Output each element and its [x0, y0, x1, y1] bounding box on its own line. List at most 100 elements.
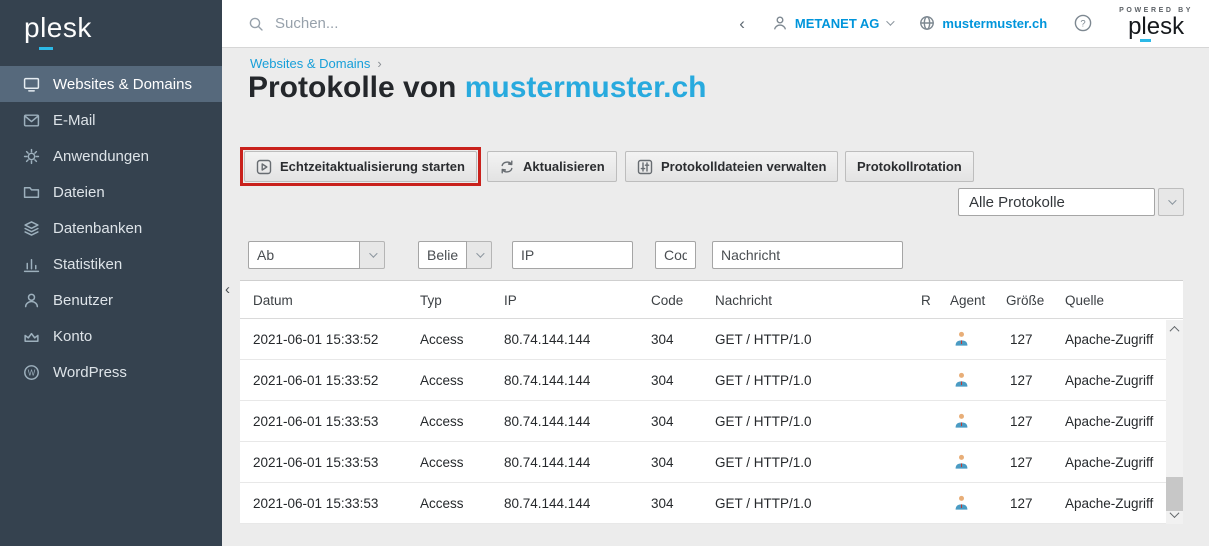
chevron-down-icon	[369, 249, 377, 257]
cell-datum: 2021-06-01 15:33:53	[253, 414, 378, 429]
filter-code-input[interactable]	[655, 241, 696, 269]
person-agent-icon	[955, 372, 968, 387]
search-input[interactable]	[275, 15, 515, 32]
cell-ip: 80.74.144.144	[504, 414, 590, 429]
account-menu[interactable]: METANET AG	[772, 15, 893, 31]
table-row[interactable]: 2021-06-01 15:33:53 Access 80.74.144.144…	[240, 483, 1183, 524]
sidebar-item-statistiken[interactable]: Statistiken	[0, 246, 222, 282]
sidebar-item-label: Datenbanken	[53, 220, 142, 237]
filter-type-dropdown-button[interactable]	[467, 241, 492, 269]
table-row[interactable]: 2021-06-01 15:33:52 Access 80.74.144.144…	[240, 360, 1183, 401]
cell-groesse: 127	[1010, 455, 1033, 470]
sidebar-item-anwendungen[interactable]: Anwendungen	[0, 138, 222, 174]
page-title-domain: mustermuster.ch	[465, 71, 707, 104]
cell-code: 304	[651, 414, 674, 429]
column-header-quelle[interactable]: Quelle	[1065, 293, 1104, 308]
sidebar-item-label: Statistiken	[53, 256, 122, 273]
chevron-left-icon[interactable]: ‹	[739, 15, 745, 32]
plesk-logo-underline	[39, 47, 53, 50]
sidebar-item-email[interactable]: E-Mail	[0, 102, 222, 138]
chevron-down-icon	[887, 18, 895, 26]
user-icon	[23, 292, 40, 309]
cell-nachricht: GET / HTTP/1.0	[715, 414, 812, 429]
topbar-right: ‹ METANET AG mustermuster.ch ? POWERED B…	[739, 7, 1193, 40]
sidebar-item-dateien[interactable]: Dateien	[0, 174, 222, 210]
scroll-up-icon[interactable]	[1166, 322, 1183, 337]
layers-icon	[23, 220, 40, 237]
person-agent-icon	[955, 495, 968, 510]
cell-datum: 2021-06-01 15:33:52	[253, 373, 378, 388]
cell-groesse: 127	[1010, 496, 1033, 511]
annotation-highlight-box: Echtzeitaktualisierung starten	[240, 147, 481, 186]
column-header-datum[interactable]: Datum	[253, 293, 293, 308]
column-header-code[interactable]: Code	[651, 293, 683, 308]
user-icon	[772, 15, 788, 31]
powered-by-plesk-logo: POWERED BY plesk	[1119, 7, 1193, 40]
log-type-select-value: Alle Protokolle	[958, 188, 1155, 216]
sidebar-item-wordpress[interactable]: W WordPress	[0, 354, 222, 390]
column-header-r[interactable]: R	[921, 293, 931, 308]
filter-ip-input[interactable]	[512, 241, 633, 269]
cell-groesse: 127	[1010, 414, 1033, 429]
table-row[interactable]: 2021-06-01 15:33:53 Access 80.74.144.144…	[240, 442, 1183, 483]
filter-date-from-input[interactable]	[248, 241, 360, 269]
cell-ip: 80.74.144.144	[504, 455, 590, 470]
sidebar-item-datenbanken[interactable]: Datenbanken	[0, 210, 222, 246]
cell-quelle: Apache-Zugriff	[1065, 332, 1153, 347]
scroll-down-icon[interactable]	[1166, 507, 1183, 522]
table-scrollbar[interactable]	[1166, 320, 1183, 524]
sidebar-item-konto[interactable]: Konto	[0, 318, 222, 354]
cell-ip: 80.74.144.144	[504, 496, 590, 511]
sidebar-item-benutzer[interactable]: Benutzer	[0, 282, 222, 318]
table-row[interactable]: 2021-06-01 15:33:53 Access 80.74.144.144…	[240, 401, 1183, 442]
plesk-logo-underline	[1140, 39, 1151, 42]
cell-code: 304	[651, 332, 674, 347]
folder-icon	[23, 184, 40, 201]
search-icon	[248, 16, 264, 32]
cell-groesse: 127	[1010, 332, 1033, 347]
plesk-logo[interactable]: plesk	[0, 0, 222, 64]
cell-typ: Access	[420, 373, 464, 388]
sidebar-item-label: Websites & Domains	[53, 76, 192, 93]
page-title-prefix: Protokolle von	[248, 71, 465, 104]
sidebar-collapse-icon[interactable]: ‹	[225, 281, 230, 298]
cell-ip: 80.74.144.144	[504, 373, 590, 388]
sidebar-item-websites-domains[interactable]: Websites & Domains	[0, 66, 222, 102]
domain-link[interactable]: mustermuster.ch	[919, 15, 1047, 31]
breadcrumb-link-websites-domains[interactable]: Websites & Domains	[250, 56, 370, 71]
log-type-select[interactable]: Alle Protokolle	[958, 188, 1184, 216]
column-header-groesse[interactable]: Größe	[1006, 293, 1044, 308]
person-agent-icon	[955, 454, 968, 469]
scrollbar-thumb[interactable]	[1166, 477, 1183, 511]
log-type-select-button[interactable]	[1158, 188, 1184, 216]
start-realtime-refresh-button[interactable]: Echtzeitaktualisierung starten	[244, 151, 477, 182]
filter-row	[222, 241, 1209, 269]
filter-type-input[interactable]	[418, 241, 467, 269]
help-icon[interactable]: ?	[1074, 14, 1092, 32]
filter-message-input[interactable]	[712, 241, 903, 269]
cell-typ: Access	[420, 455, 464, 470]
mail-icon	[23, 112, 40, 129]
account-name: METANET AG	[795, 16, 880, 31]
refresh-button[interactable]: Aktualisieren	[487, 151, 617, 182]
cell-nachricht: GET / HTTP/1.0	[715, 373, 812, 388]
cell-nachricht: GET / HTTP/1.0	[715, 496, 812, 511]
column-header-agent[interactable]: Agent	[950, 293, 985, 308]
sidebar-item-label: WordPress	[53, 364, 127, 381]
log-table: Datum Typ IP Code Nachricht R Agent Größ…	[240, 280, 1183, 523]
manage-log-files-button[interactable]: Protokolldateien verwalten	[625, 151, 838, 182]
global-search[interactable]	[248, 15, 515, 32]
column-header-typ[interactable]: Typ	[420, 293, 442, 308]
log-rotation-button[interactable]: Protokollrotation	[845, 151, 974, 182]
column-header-ip[interactable]: IP	[504, 293, 517, 308]
cell-typ: Access	[420, 414, 464, 429]
filter-date-from-dropdown-button[interactable]	[360, 241, 385, 269]
table-row[interactable]: 2021-06-01 15:33:52 Access 80.74.144.144…	[240, 319, 1183, 360]
sidebar: plesk Websites & Domains E-Mail Anwendun…	[0, 0, 222, 546]
play-icon	[256, 159, 272, 175]
cell-typ: Access	[420, 332, 464, 347]
cell-code: 304	[651, 455, 674, 470]
column-header-nachricht[interactable]: Nachricht	[715, 293, 772, 308]
cell-quelle: Apache-Zugriff	[1065, 455, 1153, 470]
sidebar-item-label: Konto	[53, 328, 92, 345]
